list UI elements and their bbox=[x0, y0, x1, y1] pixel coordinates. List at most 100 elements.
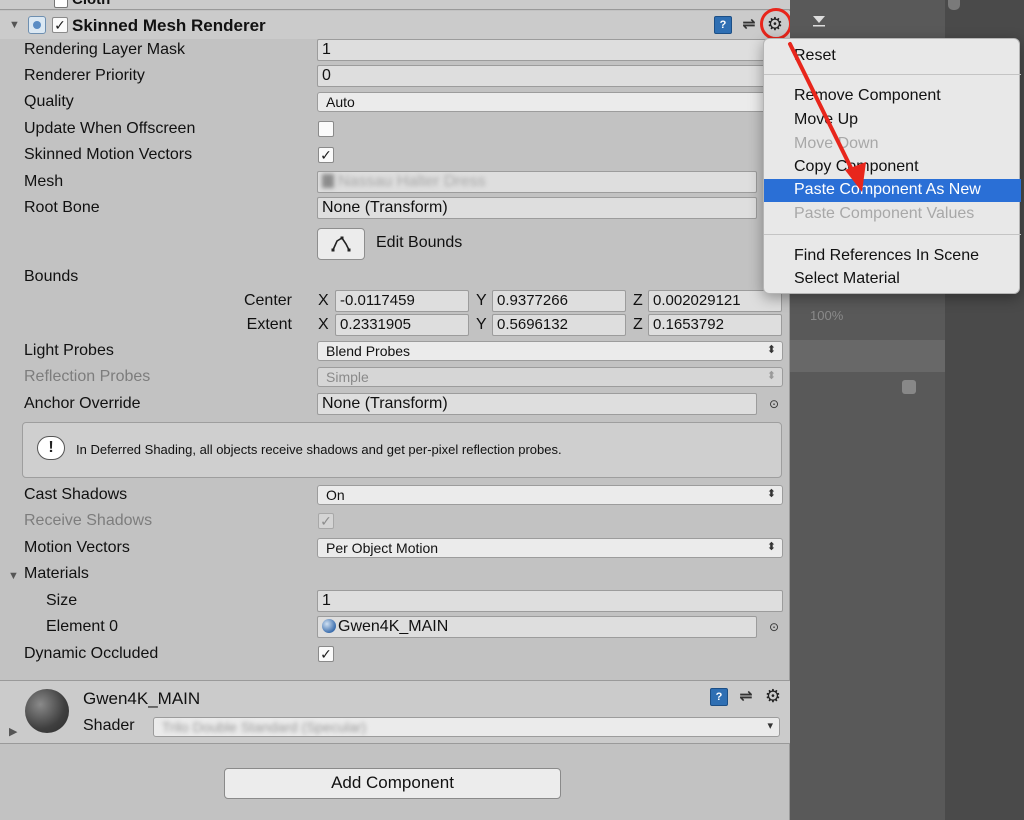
component-enabled-checkbox[interactable]: ✓ bbox=[52, 17, 68, 33]
materials-size-field[interactable]: 1 bbox=[317, 590, 783, 612]
cast-shadows-value: On bbox=[326, 487, 345, 503]
update-when-offscreen-label: Update When Offscreen bbox=[24, 120, 196, 137]
light-probes-label: Light Probes bbox=[24, 342, 114, 359]
extent-y-label: Y bbox=[476, 316, 487, 333]
component-context-menu: Reset Remove Component Move Up Move Down… bbox=[763, 38, 1021, 294]
materials-foldout-icon[interactable]: ▼ bbox=[8, 570, 19, 582]
shader-dropdown[interactable]: Trilo Double Standard (Specular) ▾ bbox=[153, 717, 780, 737]
element-0-label: Element 0 bbox=[46, 618, 119, 635]
extent-x-label: X bbox=[318, 316, 329, 333]
object-picker-icon[interactable]: ⊙ bbox=[767, 620, 781, 634]
dropdown-arrows-icon: ⬍ bbox=[766, 488, 776, 500]
skinned-motion-vectors-label: Skinned Motion Vectors bbox=[24, 146, 193, 163]
dropdown-arrows-icon: ⬍ bbox=[766, 541, 776, 553]
bounds-label: Bounds bbox=[24, 268, 79, 285]
dynamic-occluded-checkbox[interactable]: ✓ bbox=[318, 646, 334, 662]
motion-vectors-label: Motion Vectors bbox=[24, 539, 130, 556]
dropdown-arrows-icon: ⬍ bbox=[766, 370, 776, 382]
reflection-probes-value: Simple bbox=[326, 369, 369, 385]
mesh-label: Mesh bbox=[24, 173, 64, 190]
reflection-probes-label: Reflection Probes bbox=[24, 368, 151, 385]
quality-label: Quality bbox=[24, 93, 74, 110]
foldout-expanded-icon[interactable]: ▼ bbox=[9, 19, 20, 31]
dropdown-arrows-icon: ⬍ bbox=[766, 344, 776, 356]
deferred-shading-helpbox: ! In Deferred Shading, all objects recei… bbox=[22, 422, 782, 478]
light-probes-dropdown[interactable]: Blend Probes ⬍ bbox=[317, 341, 783, 361]
dropdown-arrow-icon: ▾ bbox=[767, 720, 773, 732]
help-icon[interactable]: ? bbox=[710, 688, 728, 706]
menu-item-select-material[interactable]: Select Material bbox=[764, 268, 1021, 291]
center-y-field[interactable]: 0.9377266 bbox=[492, 290, 626, 312]
center-x-field[interactable]: -0.0117459 bbox=[335, 290, 469, 312]
quality-value: Auto bbox=[326, 94, 355, 110]
material-icon bbox=[322, 619, 336, 633]
center-label: Center bbox=[243, 292, 292, 309]
anchor-override-field[interactable]: None (Transform) bbox=[317, 393, 757, 415]
root-bone-field[interactable]: None (Transform) bbox=[317, 197, 757, 219]
update-when-offscreen-checkbox[interactable] bbox=[318, 121, 334, 137]
extent-label: Extent bbox=[246, 316, 292, 333]
anchor-override-label: Anchor Override bbox=[24, 395, 141, 412]
cast-shadows-dropdown[interactable]: On ⬍ bbox=[317, 485, 783, 505]
material-name: Gwen4K_MAIN bbox=[83, 689, 201, 708]
center-z-field[interactable]: 0.002029121 bbox=[648, 290, 782, 312]
help-icon[interactable]: ? bbox=[714, 16, 732, 34]
lock-icon bbox=[902, 380, 916, 394]
preset-icon[interactable]: ⇌ bbox=[740, 16, 758, 34]
material-foldout-icon[interactable]: ▶ bbox=[9, 725, 17, 738]
info-icon: ! bbox=[37, 436, 65, 460]
scrollbar-thumb[interactable] bbox=[948, 0, 960, 10]
motion-vectors-dropdown[interactable]: Per Object Motion ⬍ bbox=[317, 538, 783, 558]
extent-x-field[interactable]: 0.2331905 bbox=[335, 314, 469, 336]
edit-bounds-button[interactable] bbox=[317, 228, 365, 260]
receive-shadows-checkbox: ✓ bbox=[318, 513, 334, 529]
cloth-title: Cloth bbox=[72, 0, 110, 8]
menu-item-paste-component-values: Paste Component Values bbox=[794, 205, 975, 222]
skinned-mesh-renderer-header[interactable]: ▼ ✓ Skinned Mesh Renderer ? ⇌ ⚙ bbox=[0, 11, 790, 39]
cast-shadows-label: Cast Shadows bbox=[24, 486, 128, 503]
shader-value: Trilo Double Standard (Specular) bbox=[162, 719, 367, 735]
mesh-value: Nassau Halter Dress bbox=[338, 173, 486, 190]
menu-item-move-up[interactable]: Move Up bbox=[764, 109, 1021, 132]
preset-icon[interactable]: ⇌ bbox=[737, 688, 755, 706]
skinned-motion-vectors-checkbox[interactable]: ✓ bbox=[318, 147, 334, 163]
menu-separator bbox=[764, 234, 1021, 235]
extent-z-label: Z bbox=[633, 316, 643, 333]
component-title: Skinned Mesh Renderer bbox=[72, 16, 266, 35]
dynamic-occluded-label: Dynamic Occluded bbox=[24, 645, 159, 662]
menu-item-reset[interactable]: Reset bbox=[764, 45, 1021, 68]
cloth-component-header[interactable]: Cloth bbox=[0, 0, 790, 10]
menu-item-move-down: Move Down bbox=[794, 135, 879, 152]
cloth-enabled-checkbox[interactable] bbox=[54, 0, 68, 8]
root-bone-label: Root Bone bbox=[24, 199, 100, 216]
element-0-field[interactable]: Gwen4K_MAIN bbox=[317, 616, 757, 638]
menu-item-find-references[interactable]: Find References In Scene bbox=[764, 245, 1021, 268]
skinned-mesh-renderer-icon bbox=[28, 16, 46, 34]
rendering-layer-mask-label: Rendering Layer Mask bbox=[24, 41, 185, 58]
helpbox-text: In Deferred Shading, all objects receive… bbox=[76, 442, 562, 457]
material-preview-sphere bbox=[25, 689, 69, 733]
renderer-priority-field[interactable]: 0 bbox=[317, 65, 767, 87]
center-y-label: Y bbox=[476, 292, 487, 309]
receive-shadows-label: Receive Shadows bbox=[24, 512, 153, 529]
materials-label[interactable]: Materials bbox=[24, 565, 89, 583]
menu-item-remove-component[interactable]: Remove Component bbox=[764, 85, 1021, 108]
add-component-button[interactable]: Add Component bbox=[224, 768, 561, 799]
mesh-icon bbox=[322, 174, 334, 188]
extent-z-field[interactable]: 0.1653792 bbox=[648, 314, 782, 336]
gear-icon[interactable]: ⚙ bbox=[764, 687, 782, 705]
edit-bounds-label: Edit Bounds bbox=[376, 234, 463, 251]
mesh-field[interactable]: Nassau Halter Dress bbox=[317, 171, 757, 193]
object-picker-icon[interactable]: ⊙ bbox=[767, 397, 781, 411]
quality-dropdown[interactable]: Auto bbox=[317, 92, 767, 112]
layout-dropdown-icon[interactable] bbox=[810, 14, 828, 28]
zoom-readout: 100% bbox=[810, 308, 844, 323]
extent-y-field[interactable]: 0.5696132 bbox=[492, 314, 626, 336]
light-probes-value: Blend Probes bbox=[326, 343, 411, 359]
motion-vectors-value: Per Object Motion bbox=[326, 540, 439, 556]
menu-item-paste-component-as-new[interactable]: Paste Component As New bbox=[764, 179, 1021, 202]
center-z-label: Z bbox=[633, 292, 643, 309]
inspector-panel: Cloth ▼ ✓ Skinned Mesh Renderer ? ⇌ ⚙ Re… bbox=[0, 0, 792, 820]
rendering-layer-mask-field[interactable]: 1 bbox=[317, 39, 767, 61]
menu-item-copy-component[interactable]: Copy Component bbox=[764, 156, 1021, 179]
